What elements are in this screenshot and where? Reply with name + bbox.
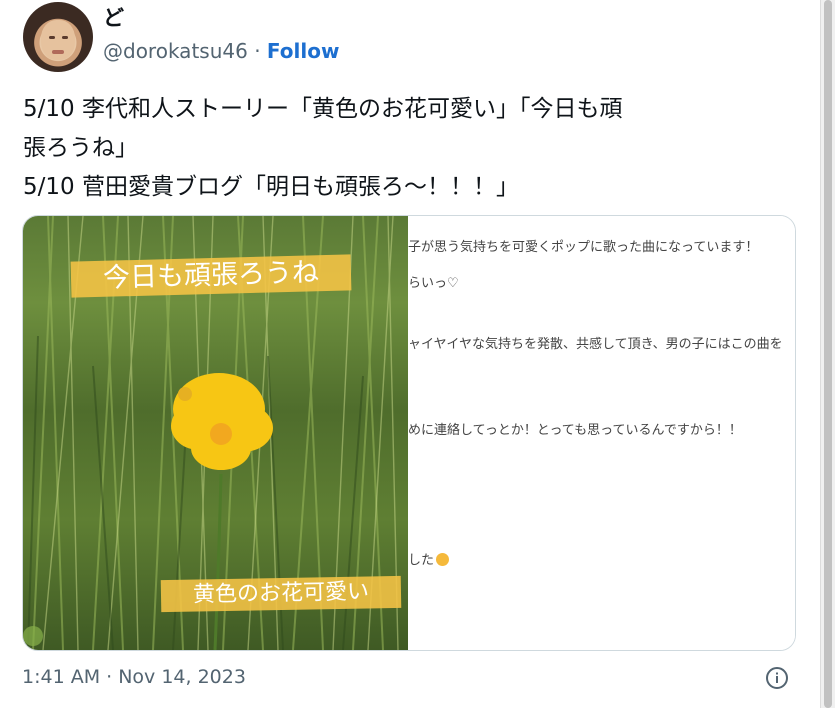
blog-line: 子が思う気持ちを可愛くポップに歌った曲になっています！ <box>408 240 759 255</box>
avatar-mouth <box>52 50 64 54</box>
separator-dot: · <box>254 39 261 63</box>
scrollbar-track[interactable] <box>820 0 835 708</box>
smile-emoji-icon <box>436 553 450 566</box>
avatar[interactable] <box>23 2 93 72</box>
tweet-line: 5/10 李代和人ストーリー「黄色のお花可愛い」「今日も頑 <box>23 96 623 122</box>
blog-line: らいっ♡ <box>408 276 459 291</box>
flower-photo[interactable]: 今日も頑張ろうね 黄色のお花可愛い <box>23 216 408 650</box>
tweet-line: 5/10 菅田愛貴ブログ「明日も頑張ろ～！！！」 <box>23 174 519 200</box>
author-handle[interactable]: @dorokatsu46 <box>103 39 248 63</box>
tweet-timestamp[interactable]: 1:41 AM · Nov 14, 2023 <box>22 666 246 688</box>
author-handle-row: @dorokatsu46 · Follow <box>103 39 339 63</box>
tweet-text: 5/10 李代和人ストーリー「黄色のお花可愛い」「今日も頑 張ろうね」 5/10… <box>23 90 803 207</box>
photo-caption-bottom: 黄色のお花可愛い <box>160 575 402 613</box>
blog-line: ャイヤイヤな気持ちを発散、共感して頂き、男の子にはこの曲を <box>408 337 783 352</box>
blog-line-last: した <box>408 549 450 568</box>
avatar-face <box>41 20 75 60</box>
follow-button[interactable]: Follow <box>267 39 340 63</box>
avatar-eye <box>49 36 55 39</box>
photo-caption-top: 今日も頑張ろうね <box>70 254 352 298</box>
tweet-media: 今日も頑張ろうね 黄色のお花可愛い 子が思う気持ちを可愛くポップに歌った曲になっ… <box>22 215 796 651</box>
blog-screenshot[interactable]: 子が思う気持ちを可愛くポップに歌った曲になっています！ らいっ♡ ャイヤイヤな気… <box>408 216 795 650</box>
blog-line: めに連絡してっとか！とっても思っているんですから！！ <box>408 423 742 438</box>
tweet-line: 張ろうね」 <box>23 135 138 161</box>
scrollbar-thumb[interactable] <box>824 0 832 708</box>
blog-line-text: した <box>408 553 435 568</box>
author-display-name[interactable]: ど <box>103 2 124 32</box>
info-icon[interactable] <box>765 666 789 690</box>
avatar-eye <box>62 36 68 39</box>
